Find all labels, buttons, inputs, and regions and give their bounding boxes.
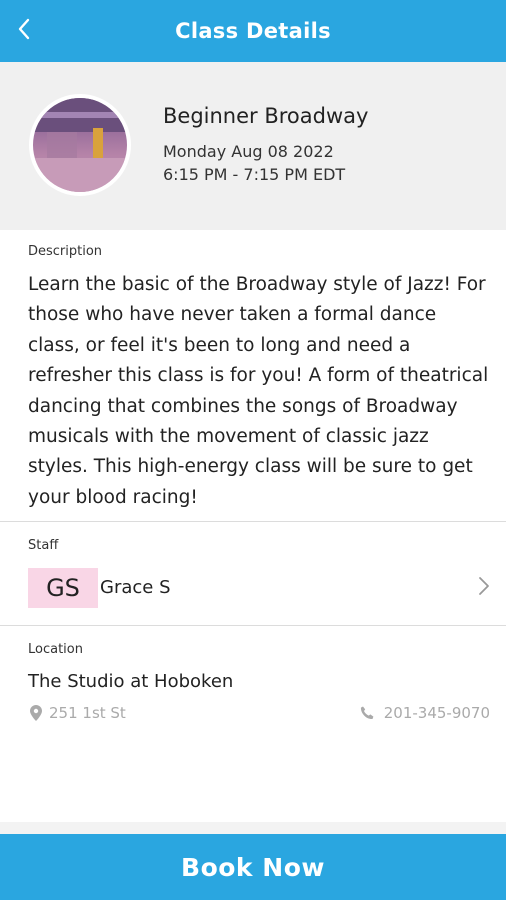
class-summary: Beginner Broadway Monday Aug 08 2022 6:1…	[0, 62, 506, 230]
class-date: Monday Aug 08 2022	[163, 142, 334, 161]
location-label: Location	[28, 642, 83, 657]
location-address[interactable]: 251 1st St	[30, 704, 126, 722]
address-text: 251 1st St	[49, 704, 126, 722]
location-name: The Studio at Hoboken	[28, 671, 234, 692]
footer-spacer	[0, 822, 506, 834]
description-text: Learn the basic of the Broadway style of…	[28, 274, 489, 508]
divider	[0, 521, 506, 522]
page-title: Class Details	[175, 19, 331, 43]
studio-photo	[33, 98, 127, 192]
staff-label: Staff	[28, 538, 59, 553]
description-label: Description	[28, 244, 103, 259]
staff-row[interactable]: GS Grace S	[0, 562, 506, 610]
class-image	[29, 94, 131, 196]
book-now-button[interactable]: Book Now	[0, 834, 506, 900]
staff-initials: GS	[28, 568, 98, 608]
divider	[0, 625, 506, 626]
chevron-right-icon	[479, 577, 489, 595]
app-header: Class Details	[0, 0, 506, 62]
map-pin-icon	[30, 705, 42, 721]
staff-name: Grace S	[100, 577, 171, 598]
location-phone[interactable]: 201-345-9070	[360, 704, 490, 722]
class-time: 6:15 PM - 7:15 PM EDT	[163, 165, 346, 184]
class-title: Beginner Broadway	[163, 104, 369, 128]
phone-text: 201-345-9070	[383, 704, 490, 722]
phone-icon	[360, 706, 374, 720]
